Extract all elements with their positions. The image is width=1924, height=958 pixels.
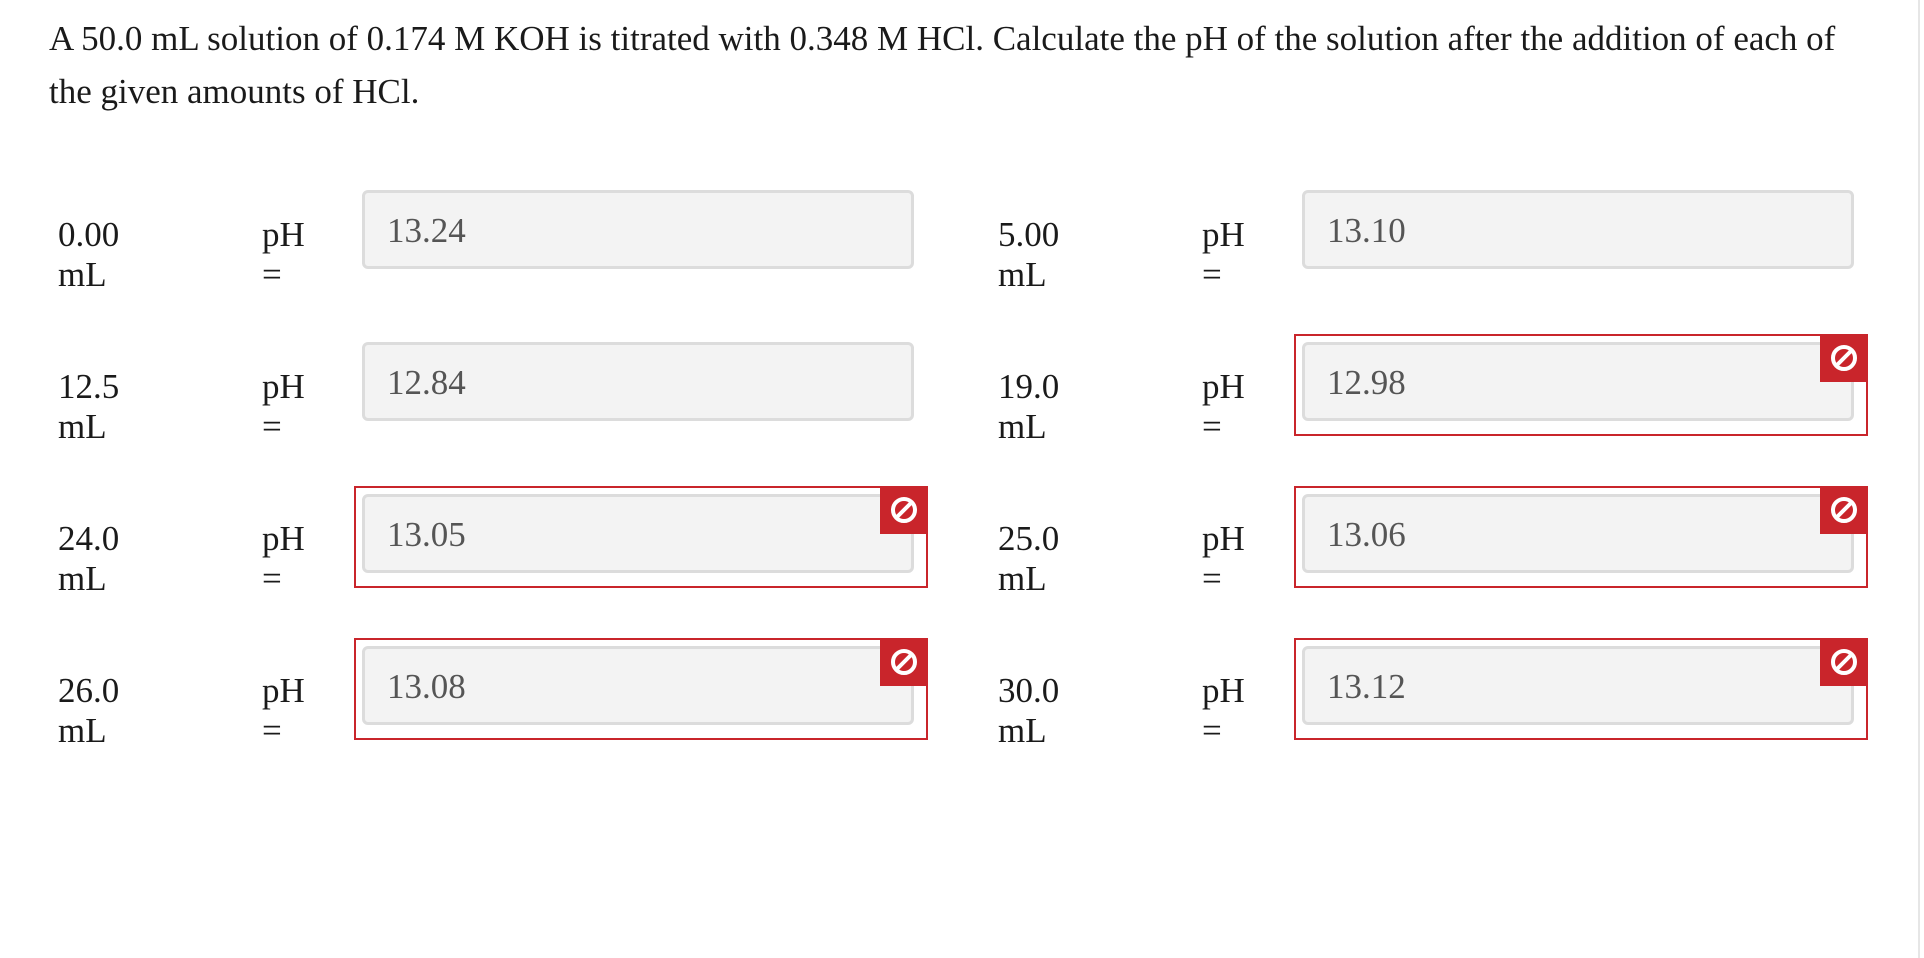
panel-right-border (1918, 0, 1920, 958)
ph-answer-field[interactable]: 13.05 (362, 494, 914, 573)
prohibited-icon (880, 638, 928, 686)
volume-label: 24.0 mL (58, 519, 120, 598)
ph-answer-value: 13.12 (1327, 667, 1406, 706)
question-text: A 50.0 mL solution of 0.174 M KOH is tit… (49, 19, 1836, 111)
ph-answer-value: 13.05 (387, 515, 466, 554)
prohibited-icon (1820, 334, 1868, 382)
ph-answer-value: 12.98 (1327, 363, 1406, 402)
ph-label: pH = (262, 671, 305, 750)
volume-label: 25.0 mL (998, 519, 1060, 598)
ph-label: pH = (1202, 367, 1245, 446)
ph-answer-value: 13.10 (1327, 211, 1406, 250)
ph-answer-field[interactable]: 13.10 (1302, 190, 1854, 269)
prohibited-icon (1820, 486, 1868, 534)
ph-label: pH = (262, 367, 305, 446)
ph-answer-value: 13.06 (1327, 515, 1406, 554)
volume-label: 26.0 mL (58, 671, 120, 750)
volume-label: 30.0 mL (998, 671, 1060, 750)
ph-answer-value: 13.24 (387, 211, 466, 250)
volume-label: 19.0 mL (998, 367, 1060, 446)
ph-answer-field[interactable]: 13.24 (362, 190, 914, 269)
prohibited-icon (880, 486, 928, 534)
ph-answer-field[interactable]: 13.08 (362, 646, 914, 725)
ph-label: pH = (1202, 671, 1245, 750)
ph-label: pH = (262, 519, 305, 598)
ph-answer-value: 12.84 (387, 363, 466, 402)
ph-answer-field[interactable]: 13.12 (1302, 646, 1854, 725)
ph-label: pH = (262, 215, 305, 294)
ph-answer-field[interactable]: 12.84 (362, 342, 914, 421)
ph-label: pH = (1202, 215, 1245, 294)
volume-label: 12.5 mL (58, 367, 120, 446)
volume-label: 0.00 mL (58, 215, 120, 294)
prohibited-icon (1820, 638, 1868, 686)
ph-answer-field[interactable]: 13.06 (1302, 494, 1854, 573)
ph-answer-value: 13.08 (387, 667, 466, 706)
ph-answer-field[interactable]: 12.98 (1302, 342, 1854, 421)
volume-label: 5.00 mL (998, 215, 1060, 294)
ph-label: pH = (1202, 519, 1245, 598)
